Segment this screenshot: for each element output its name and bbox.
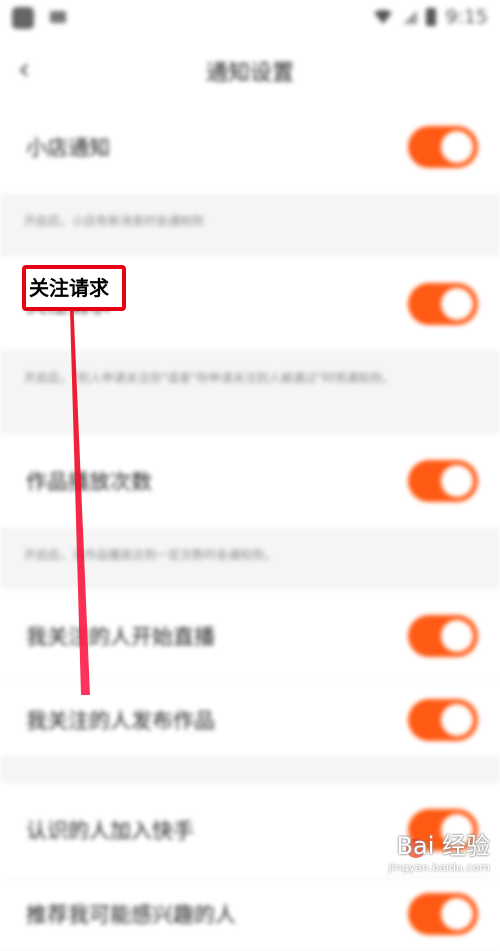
notification-icon	[50, 11, 66, 23]
setting-row-live[interactable]: 我关注的人开始直播	[0, 589, 500, 684]
signal-icon	[403, 10, 418, 24]
header: ‹ 通知设置	[0, 40, 500, 101]
toggle-switch[interactable]	[408, 893, 478, 935]
toggle-switch[interactable]	[408, 615, 478, 657]
watermark-url: jingyan.baidu.com	[388, 861, 490, 874]
wifi-icon	[372, 10, 395, 24]
setting-row-recommend[interactable]: 推荐我可能感兴趣的人	[0, 878, 500, 951]
toggle-switch[interactable]	[408, 283, 478, 325]
setting-label: 我关注的人开始直播	[26, 625, 215, 649]
settings-list: 小店通知 开启后，小店有新消息时会通知你 关注请求 开启后，"别人申请关注你"或…	[0, 100, 500, 951]
setting-label: 小店通知	[26, 136, 110, 160]
toggle-knob	[441, 288, 473, 320]
watermark: Bai 经验 jingyan.baidu.com	[388, 826, 490, 874]
app-notification-icon	[12, 7, 34, 29]
setting-label: 作品播放次数	[26, 470, 152, 494]
setting-row-shop[interactable]: 小店通知	[0, 100, 500, 195]
toggle-switch[interactable]	[408, 126, 478, 168]
battery-icon	[426, 8, 437, 26]
toggle-knob	[441, 131, 473, 163]
page-title: 通知设置	[205, 61, 294, 86]
toggle-switch[interactable]	[408, 699, 478, 741]
setting-row-new-works[interactable]: 我关注的人发布作品	[0, 684, 500, 757]
highlighted-label: 关注请求	[22, 265, 126, 311]
status-icons: 9:15	[372, 6, 488, 28]
setting-label: 我关注的人发布作品	[26, 709, 215, 733]
status-bar: 9:15	[0, 0, 500, 40]
setting-description: 开启后，当作品播放达到一定次数时会通知你。	[0, 529, 500, 589]
clock: 9:15	[445, 6, 488, 28]
toggle-knob	[441, 704, 473, 736]
setting-description: 开启后，小店有新消息时会通知你	[0, 195, 500, 257]
watermark-text: Bai 经验	[396, 832, 490, 860]
setting-label: 认识的人加入快手	[26, 819, 194, 843]
section-gap	[0, 757, 500, 783]
setting-label: 推荐我可能感兴趣的人	[26, 903, 236, 927]
toggle-switch[interactable]	[408, 460, 478, 502]
toggle-knob	[441, 465, 473, 497]
toggle-knob	[441, 898, 473, 930]
toggle-knob	[441, 620, 473, 652]
